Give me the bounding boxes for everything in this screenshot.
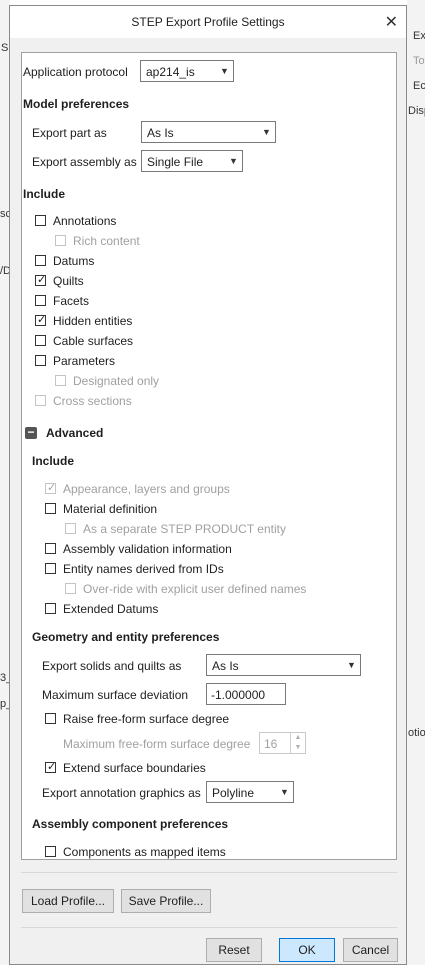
max-surface-deviation-label: Maximum surface deviation bbox=[42, 688, 189, 702]
separate-step-product-checkbox[interactable] bbox=[65, 523, 76, 534]
export-part-as-select[interactable]: As Is ▼ bbox=[141, 121, 276, 143]
background-text: otio bbox=[408, 727, 425, 739]
components-mapped-label: Components as mapped items bbox=[63, 845, 226, 859]
cable-surfaces-label: Cable surfaces bbox=[53, 334, 134, 348]
step-export-dialog: STEP Export Profile Settings ✕ Applicati… bbox=[9, 5, 407, 965]
hidden-entities-checkbox[interactable]: ✓ bbox=[35, 314, 47, 326]
assembly-validation-label: Assembly validation information bbox=[63, 542, 232, 556]
export-annotation-select[interactable]: Polyline ▼ bbox=[206, 781, 294, 803]
assembly-validation-checkbox[interactable] bbox=[45, 543, 56, 554]
entity-names-label: Entity names derived from IDs bbox=[63, 562, 224, 576]
max-freeform-degree-spinner[interactable]: 16 ▲ ▼ bbox=[259, 732, 306, 754]
cross-sections-label: Cross sections bbox=[53, 394, 132, 408]
background-text: Ex bbox=[413, 30, 425, 42]
check-icon: ✓ bbox=[47, 482, 57, 494]
cable-surfaces-checkbox[interactable] bbox=[35, 335, 46, 346]
material-definition-label: Material definition bbox=[63, 502, 158, 516]
spinner-arrows[interactable]: ▲ ▼ bbox=[290, 733, 305, 753]
annotations-label: Annotations bbox=[53, 214, 117, 228]
facets-label: Facets bbox=[53, 294, 90, 308]
designated-only-label: Designated only bbox=[73, 374, 160, 388]
advanced-include-heading: Include bbox=[32, 454, 75, 468]
assembly-preferences-heading: Assembly component preferences bbox=[32, 817, 229, 831]
appearance-label: Appearance, layers and groups bbox=[63, 482, 230, 496]
chevron-down-icon: ▼ bbox=[257, 122, 275, 142]
advanced-section-toggle[interactable]: Advanced bbox=[46, 426, 103, 440]
chevron-down-icon: ▼ bbox=[224, 151, 242, 171]
override-names-checkbox[interactable] bbox=[65, 583, 76, 594]
material-definition-checkbox[interactable] bbox=[45, 503, 56, 514]
export-solids-label: Export solids and quilts as bbox=[42, 659, 182, 673]
rich-content-checkbox[interactable] bbox=[55, 235, 66, 246]
quilts-checkbox[interactable]: ✓ bbox=[35, 274, 47, 286]
components-mapped-checkbox[interactable] bbox=[45, 846, 56, 857]
raise-freeform-checkbox[interactable] bbox=[45, 713, 56, 724]
load-profile-button[interactable]: Load Profile... bbox=[22, 889, 114, 913]
chevron-down-icon: ▼ bbox=[275, 782, 293, 802]
background-text: Ec bbox=[413, 80, 425, 92]
chevron-down-icon[interactable]: ▼ bbox=[291, 743, 305, 753]
ok-button[interactable]: OK bbox=[279, 938, 335, 962]
separator bbox=[21, 872, 397, 873]
extended-datums-checkbox[interactable] bbox=[45, 603, 56, 614]
collapse-icon[interactable]: − bbox=[25, 426, 37, 439]
export-part-as-label: Export part as bbox=[32, 126, 107, 140]
save-profile-button[interactable]: Save Profile... bbox=[121, 889, 211, 913]
close-icon[interactable]: ✕ bbox=[385, 12, 398, 32]
export-annotation-label: Export annotation graphics as bbox=[42, 786, 201, 800]
datums-checkbox[interactable] bbox=[35, 255, 46, 266]
export-assembly-as-select[interactable]: Single File ▼ bbox=[141, 150, 243, 172]
hidden-entities-label: Hidden entities bbox=[53, 314, 133, 328]
background-text: S bbox=[1, 42, 9, 54]
raise-freeform-label: Raise free-form surface degree bbox=[63, 712, 230, 726]
cross-sections-checkbox[interactable] bbox=[35, 395, 46, 406]
extend-surface-label: Extend surface boundaries bbox=[63, 761, 206, 775]
geometry-heading: Geometry and entity preferences bbox=[32, 630, 220, 644]
rich-content-label: Rich content bbox=[73, 234, 140, 248]
max-freeform-degree-label: Maximum free-form surface degree bbox=[63, 737, 251, 751]
export-solids-select[interactable]: As Is ▼ bbox=[206, 654, 361, 676]
parameters-label: Parameters bbox=[53, 354, 116, 368]
designated-only-checkbox[interactable] bbox=[55, 375, 66, 386]
check-icon: ✓ bbox=[47, 761, 57, 773]
check-icon: ✓ bbox=[37, 314, 47, 326]
application-protocol-select[interactable]: ap214_is ▼ bbox=[140, 60, 234, 82]
export-assembly-as-label: Export assembly as bbox=[32, 155, 137, 169]
application-protocol-label: Application protocol bbox=[23, 65, 128, 79]
dialog-title: STEP Export Profile Settings bbox=[131, 15, 285, 29]
background-text: To bbox=[413, 55, 425, 67]
include-heading: Include bbox=[23, 187, 66, 201]
override-names-label: Over-ride with explicit user defined nam… bbox=[83, 582, 307, 596]
separator bbox=[21, 927, 397, 928]
background-text: Disp bbox=[408, 105, 425, 117]
facets-checkbox[interactable] bbox=[35, 295, 46, 306]
chevron-down-icon: ▼ bbox=[342, 655, 360, 675]
title-bar: STEP Export Profile Settings ✕ bbox=[10, 6, 406, 38]
max-surface-deviation-input[interactable]: -1.000000 bbox=[206, 683, 286, 705]
datums-label: Datums bbox=[53, 254, 95, 268]
annotations-checkbox[interactable] bbox=[35, 215, 46, 226]
cancel-button[interactable]: Cancel bbox=[343, 938, 398, 962]
separate-step-product-label: As a separate STEP PRODUCT entity bbox=[83, 522, 286, 536]
reset-button[interactable]: Reset bbox=[206, 938, 262, 962]
chevron-up-icon[interactable]: ▲ bbox=[291, 733, 305, 743]
parameters-checkbox[interactable] bbox=[35, 355, 46, 366]
quilts-label: Quilts bbox=[53, 274, 84, 288]
chevron-down-icon: ▼ bbox=[215, 61, 233, 81]
background-app-right bbox=[407, 0, 425, 965]
entity-names-checkbox[interactable] bbox=[45, 563, 56, 574]
extended-datums-label: Extended Datums bbox=[63, 602, 159, 616]
check-icon: ✓ bbox=[37, 274, 47, 286]
appearance-checkbox[interactable]: ✓ bbox=[45, 482, 57, 494]
model-preferences-heading: Model preferences bbox=[23, 97, 130, 111]
settings-panel: Application protocol ap214_is ▼ Model pr… bbox=[21, 52, 397, 860]
extend-surface-checkbox[interactable]: ✓ bbox=[45, 761, 57, 773]
